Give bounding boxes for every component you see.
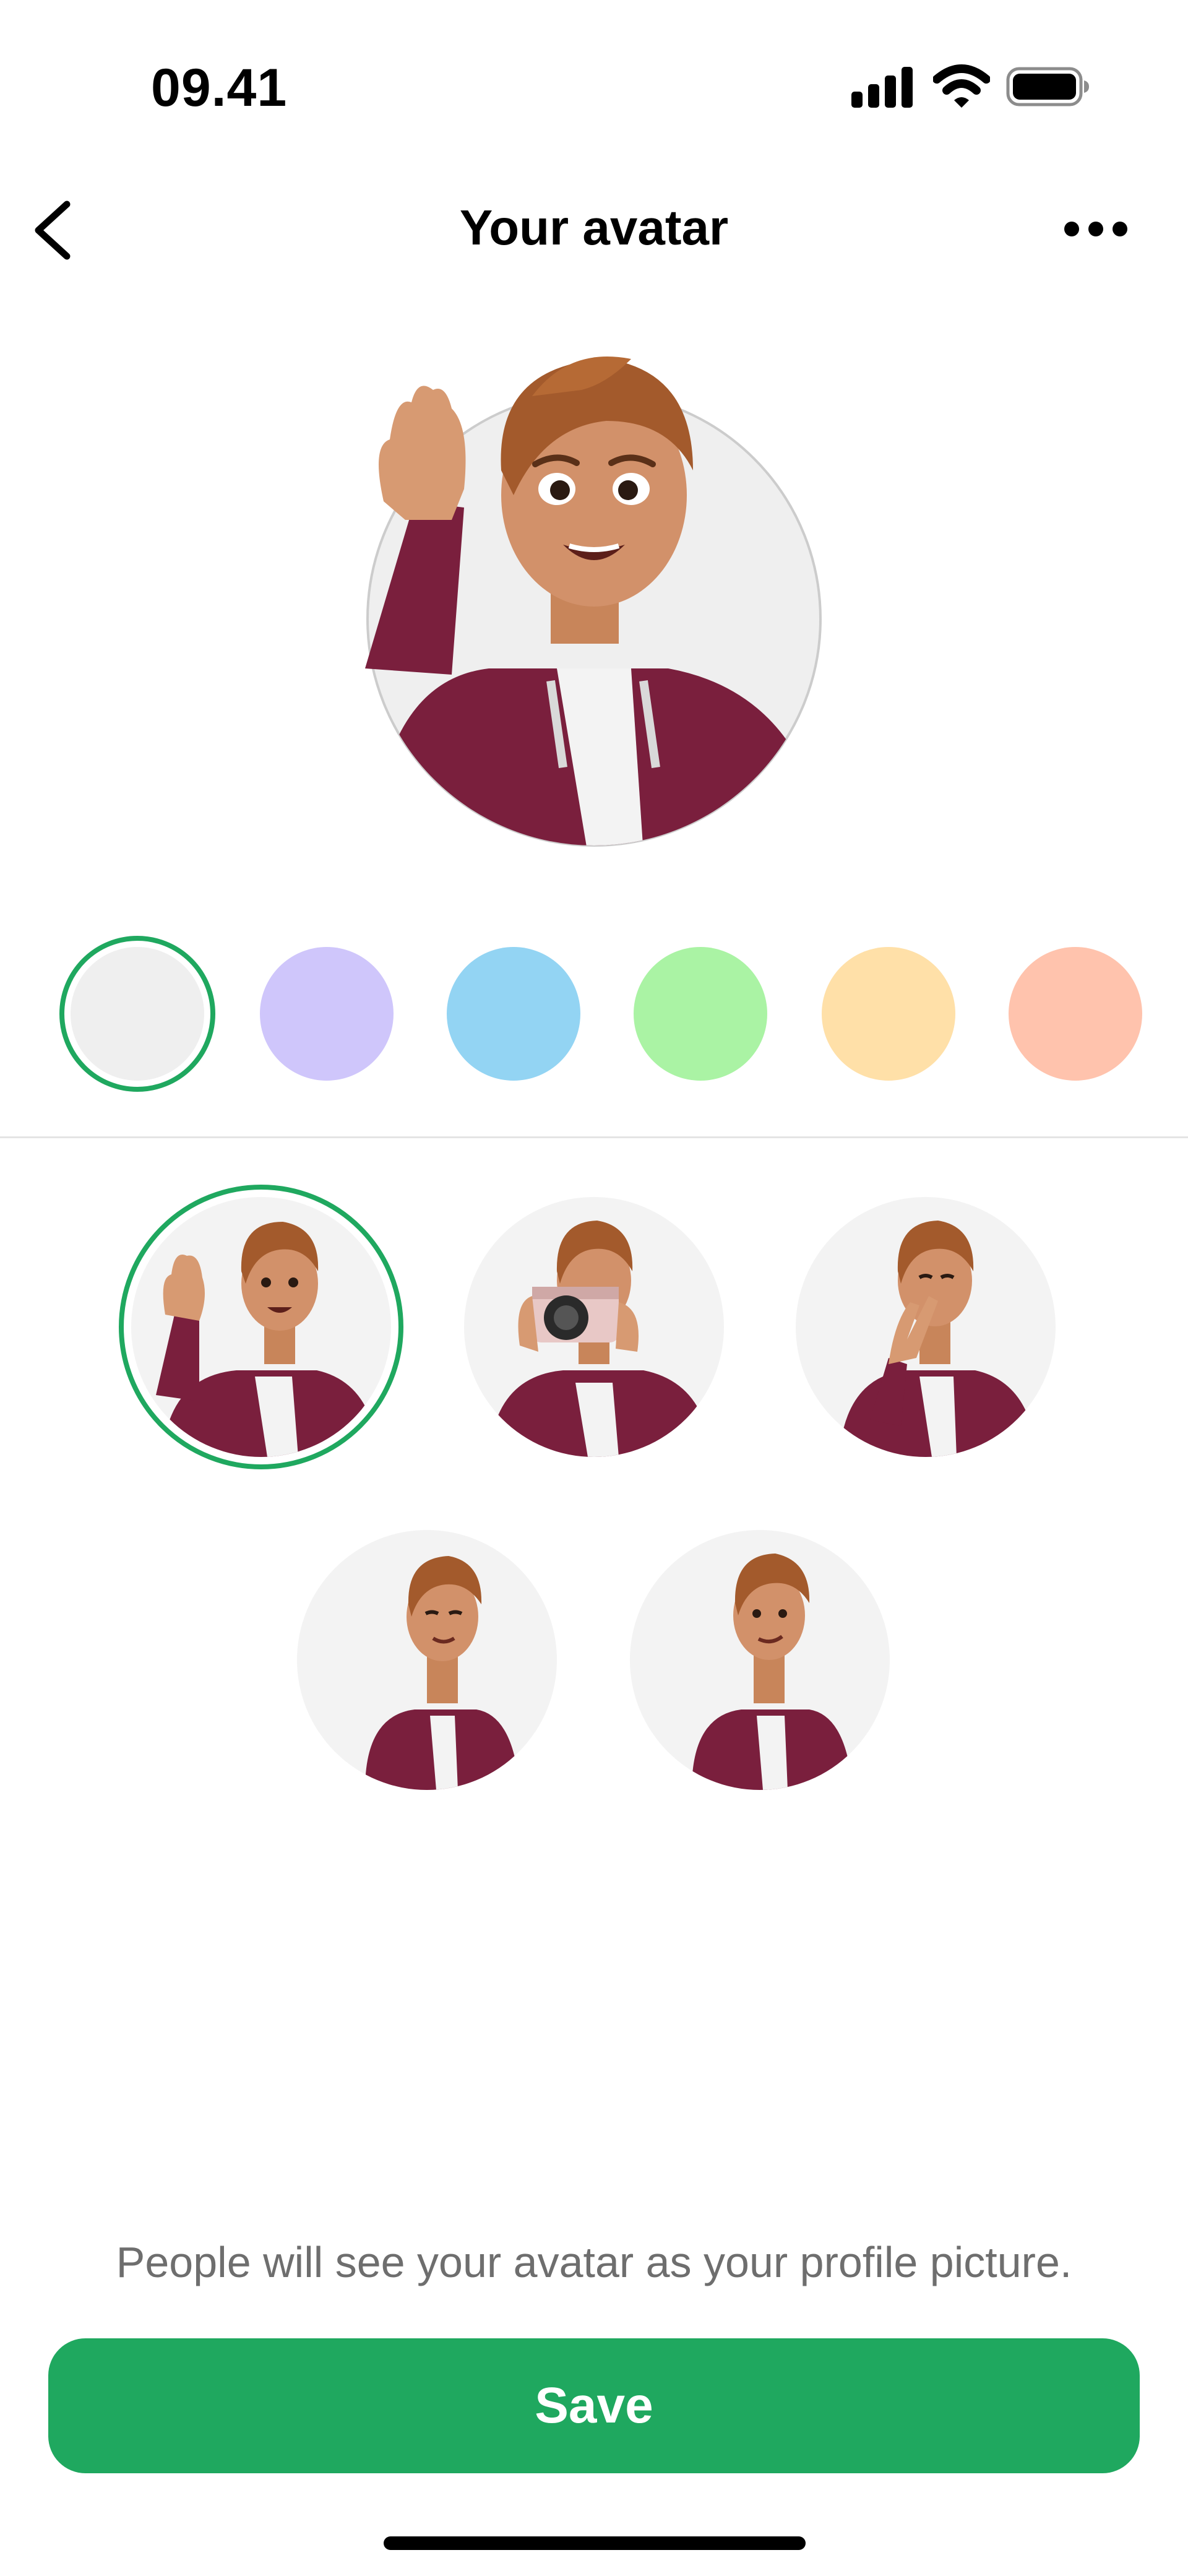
pose-peace-sign[interactable] bbox=[796, 1197, 1056, 1457]
color-swatch-peach[interactable] bbox=[1009, 947, 1142, 1081]
pose-camera-illustration bbox=[464, 1197, 724, 1457]
home-indicator bbox=[384, 2536, 806, 2550]
page-title: Your avatar bbox=[459, 200, 729, 255]
status-time: 09.41 bbox=[151, 58, 288, 118]
color-swatch-yellow[interactable] bbox=[822, 947, 955, 1081]
wifi-icon bbox=[933, 64, 990, 108]
pose-smile[interactable] bbox=[297, 1530, 557, 1790]
pose-smile-illustration bbox=[297, 1530, 557, 1790]
pose-wave-illustration bbox=[131, 1197, 391, 1457]
more-button[interactable] bbox=[1052, 198, 1138, 260]
color-swatch-blue[interactable] bbox=[447, 947, 580, 1081]
color-swatch-green[interactable] bbox=[634, 947, 767, 1081]
pose-confident-illustration bbox=[630, 1530, 890, 1790]
color-swatch-lavender[interactable] bbox=[260, 947, 394, 1081]
signal-icon bbox=[851, 67, 913, 108]
profile-picture-caption: People will see your avatar as your prof… bbox=[116, 2238, 1072, 2286]
divider bbox=[0, 1136, 1188, 1138]
save-button[interactable]: Save bbox=[48, 2338, 1140, 2473]
avatar-preview bbox=[346, 347, 829, 854]
pose-camera[interactable] bbox=[464, 1197, 724, 1457]
more-horizontal-icon bbox=[1064, 222, 1127, 236]
pose-confident[interactable] bbox=[630, 1530, 890, 1790]
pose-peace-sign-illustration bbox=[796, 1197, 1056, 1457]
battery-icon bbox=[1006, 67, 1089, 106]
color-swatch-gray[interactable] bbox=[71, 947, 204, 1081]
avatar-wave-illustration bbox=[365, 357, 822, 847]
pose-wave[interactable] bbox=[131, 1197, 391, 1457]
